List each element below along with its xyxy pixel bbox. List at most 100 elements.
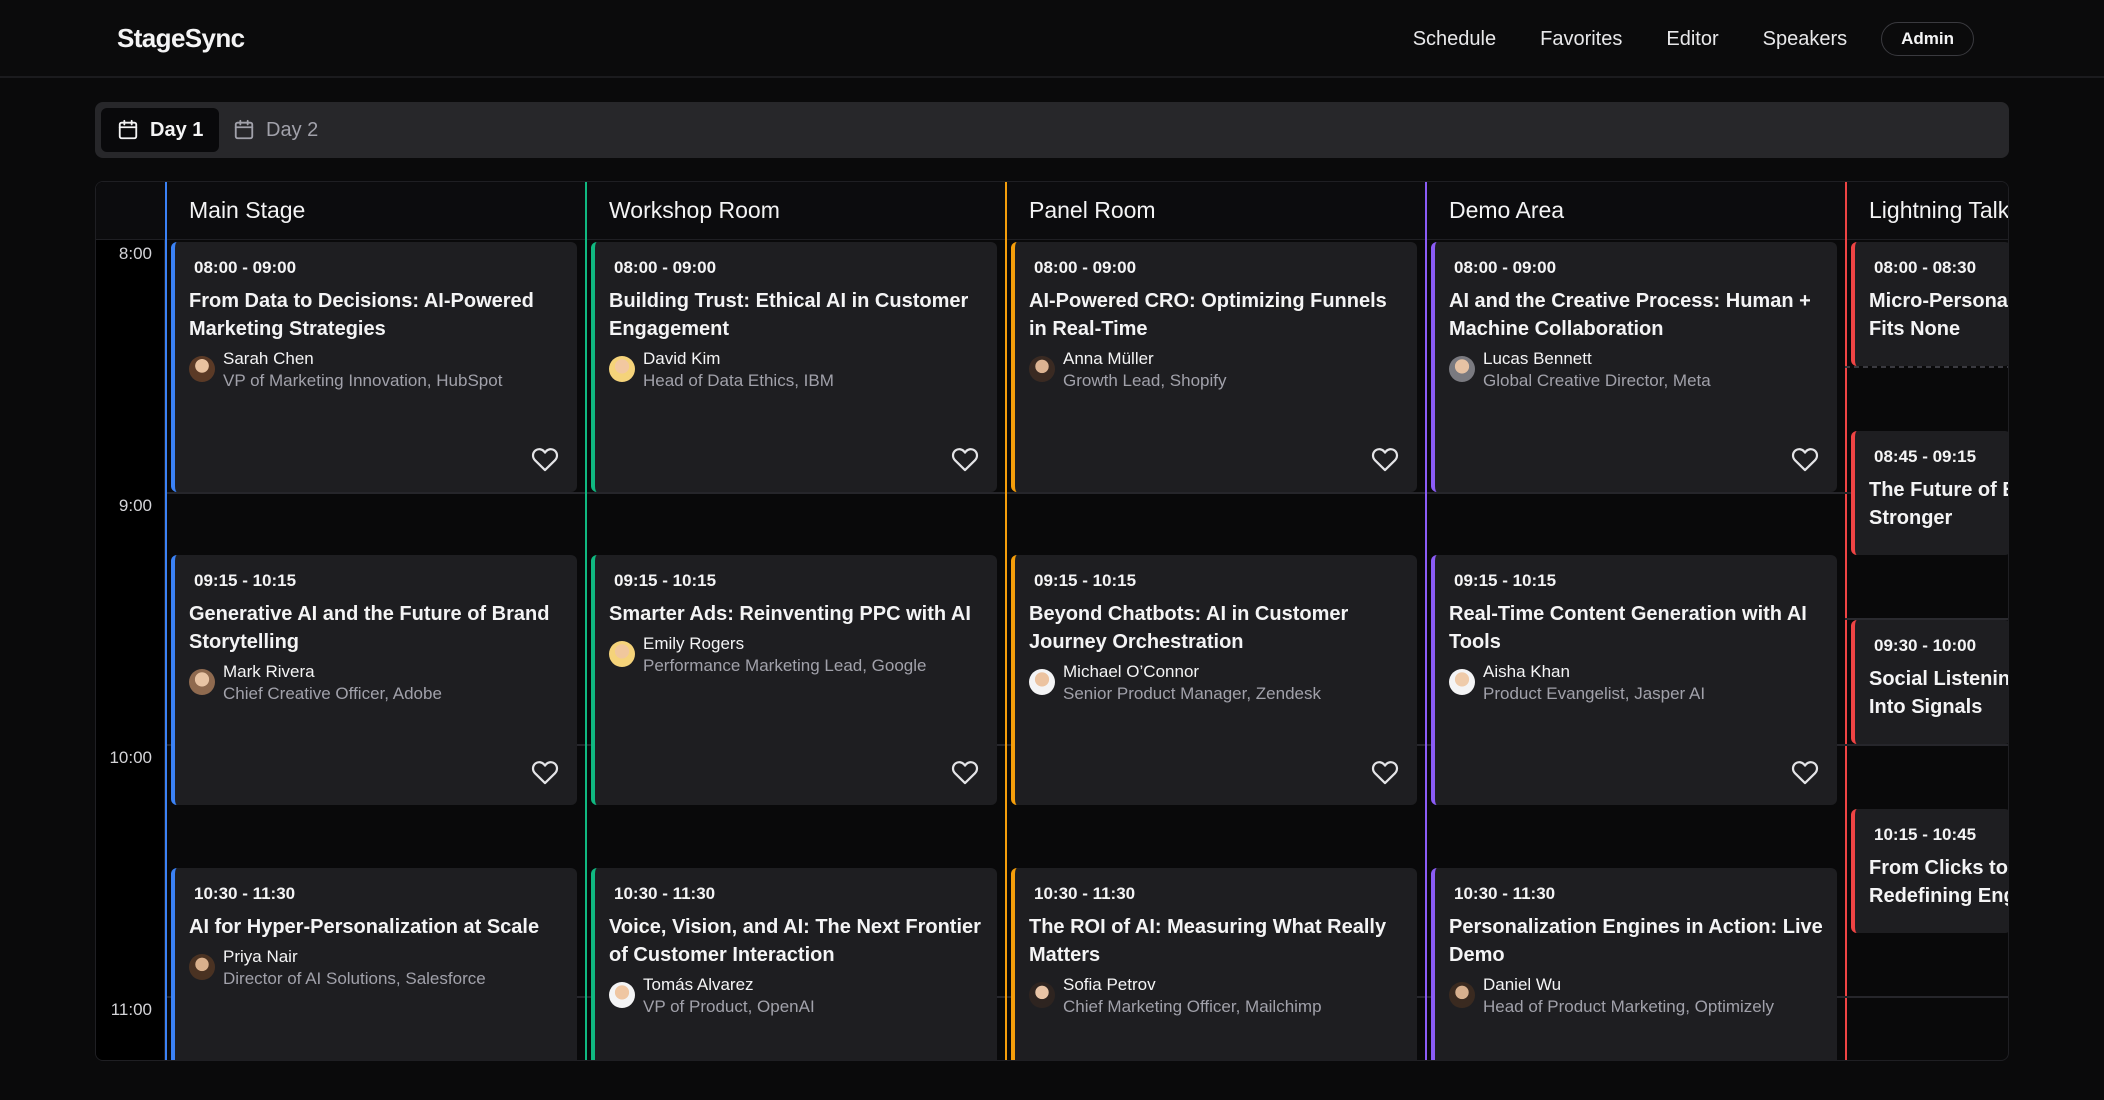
session-title: Real-Time Content Generation with AI Too… (1449, 603, 1807, 653)
session-card[interactable]: 08:00 - 09:00 Building Trust: Ethical AI… (591, 242, 997, 492)
session-card[interactable]: 08:45 - 09:15 The Future of Email: Smart… (1851, 431, 2008, 555)
speaker: Sarah Chen VP of Marketing Innovation, Hu… (189, 348, 502, 392)
room-column-panel-room: Panel Room 08:00 - 09:00 AI-Powered CRO:… (1005, 182, 1425, 1060)
tab-day-2-label: Day 2 (266, 118, 319, 141)
session-card[interactable]: 10:30 - 11:30 Personalization Engines in… (1431, 868, 1837, 1060)
avatar (1029, 356, 1055, 382)
session-title: AI for Hyper-Personalization at Scale (189, 916, 540, 938)
avatar (189, 669, 215, 695)
session-time: 08:00 - 09:00 (614, 258, 717, 277)
tab-day-1-label: Day 1 (150, 118, 204, 141)
session-title: AI-Powered CRO: Optimizing Funnels in Re… (1029, 290, 1387, 340)
room-column-workshop-room: Workshop Room 08:00 - 09:00 Building Tru… (585, 182, 1005, 1060)
heart-icon[interactable] (951, 759, 979, 785)
room-header: Panel Room (1007, 182, 1425, 240)
app-logo[interactable]: StageSync (117, 23, 245, 54)
heart-icon[interactable] (951, 446, 979, 472)
session-card[interactable]: 08:00 - 09:00 AI and the Creative Proces… (1431, 242, 1837, 492)
session-title: AI and the Creative Process: Human + Mac… (1449, 290, 1811, 340)
calendar-icon (118, 119, 138, 140)
session-card[interactable]: 09:15 - 10:15 Generative AI and the Futu… (171, 555, 577, 805)
session-time: 10:30 - 11:30 (194, 884, 296, 903)
room-accent-line (1845, 182, 1847, 1060)
session-card[interactable]: 10:30 - 11:30 Voice, Vision, and AI: The… (591, 868, 997, 1060)
heart-icon[interactable] (1791, 446, 1819, 472)
avatar (189, 356, 215, 382)
session-card[interactable]: 09:30 - 10:00 Social Listening: Turning … (1851, 620, 2009, 744)
nav-schedule[interactable]: Schedule (1413, 22, 1496, 56)
speaker-name: Tomás Alvarez (643, 975, 754, 994)
session-time: 10:30 - 11:30 (1454, 884, 1556, 903)
speaker: Lucas Bennett Global Creative Director, M… (1449, 348, 1711, 392)
heart-icon[interactable] (531, 759, 559, 785)
session-title: Social Listening: Turning Noise Into Sig… (1869, 668, 2009, 718)
session-time: 08:00 - 08:30 (1874, 258, 1977, 277)
speaker: Mark Rivera Chief Creative Officer, Adobe (189, 661, 442, 705)
speaker: Michael O’Connor Senior Product Manager, … (1029, 661, 1321, 705)
time-label: 11:00 (110, 1000, 152, 1019)
calendar-icon (234, 119, 254, 140)
hour-gridline (1845, 996, 2008, 998)
speaker-role: Head of Data Ethics, IBM (643, 371, 834, 390)
session-time: 08:00 - 09:00 (1034, 258, 1137, 277)
session-card[interactable]: 10:30 - 11:30 The ROI of AI: Measuring W… (1011, 868, 1417, 1060)
heart-icon[interactable] (1371, 759, 1399, 785)
speaker-role: Growth Lead, Shopify (1063, 371, 1227, 390)
time-label: 9:00 (118, 496, 152, 515)
session-time: 09:15 - 10:15 (1034, 571, 1137, 590)
session-card[interactable]: 09:15 - 10:15 Smarter Ads: Reinventing P… (591, 555, 997, 805)
nav-favorites[interactable]: Favorites (1540, 22, 1622, 56)
room-accent-line (585, 182, 587, 1060)
session-title: The ROI of AI: Measuring What Really Mat… (1029, 916, 1387, 966)
tab-day-2[interactable]: Day 2 (217, 108, 334, 152)
day-tabs: Day 1 Day 2 (95, 102, 2009, 158)
session-time: 10:30 - 11:30 (614, 884, 716, 903)
room-header: Workshop Room (587, 182, 1005, 240)
speaker-name: Lucas Bennett (1483, 349, 1592, 368)
avatar (1029, 669, 1055, 695)
speaker: Sofia Petrov Chief Marketing Officer, Mai… (1029, 974, 1322, 1018)
session-time: 09:15 - 10:15 (194, 571, 297, 590)
speaker-name: Sofia Petrov (1063, 975, 1156, 994)
speaker-role: Senior Product Manager, Zendesk (1063, 684, 1321, 703)
nav-editor[interactable]: Editor (1666, 22, 1718, 56)
session-card[interactable]: 09:15 - 10:15 Beyond Chatbots: AI in Cus… (1011, 555, 1417, 805)
session-card[interactable]: 08:00 - 09:00 AI-Powered CRO: Optimizing… (1011, 242, 1417, 492)
nav-admin-button[interactable]: Admin (1881, 22, 1974, 56)
speaker-role: Global Creative Director, Meta (1483, 371, 1711, 390)
session-time: 09:15 - 10:15 (614, 571, 717, 590)
speaker: Emily Rogers Performance Marketing Lead, … (609, 633, 927, 677)
half-hour-gridline (1845, 366, 2008, 368)
session-card[interactable]: 10:30 - 11:30 AI for Hyper-Personalizati… (171, 868, 577, 1060)
speaker: Aisha Khan Product Evangelist, Jasper AI (1449, 661, 1705, 705)
avatar (609, 356, 635, 382)
room-accent-line (165, 182, 167, 1060)
speaker: Tomás Alvarez VP of Product, OpenAI (609, 974, 815, 1018)
session-title: Micro-Personas: Why One Size Fits None (1869, 290, 2008, 340)
avatar (1449, 982, 1475, 1008)
heart-icon[interactable] (1791, 759, 1819, 785)
heart-icon[interactable] (531, 446, 559, 472)
session-card[interactable]: 09:15 - 10:15 Real-Time Content Generati… (1431, 555, 1837, 805)
hour-gridline (1845, 744, 2008, 746)
session-title: From Data to Decisions: AI-Powered Marke… (189, 290, 534, 340)
session-card[interactable]: 08:00 - 09:00 From Data to Decisions: AI… (171, 242, 577, 492)
schedule-grid[interactable]: 8:00 9:00 10:00 11:00 Main Stage 08:00 -… (95, 181, 2009, 1061)
speaker-role: Performance Marketing Lead, Google (643, 656, 927, 675)
session-card[interactable]: 08:00 - 08:30 Micro-Personas: Why One Si… (1851, 242, 2008, 366)
time-label: 10:00 (109, 748, 152, 767)
speaker-role: VP of Marketing Innovation, HubSpot (223, 371, 503, 390)
session-title: Smarter Ads: Reinventing PPC with AI (609, 603, 971, 625)
speaker-role: Director of AI Solutions, Salesforce (223, 969, 486, 988)
time-label: 8:00 (118, 244, 152, 263)
speaker-name: Mark Rivera (223, 662, 315, 681)
avatar (609, 982, 635, 1008)
speaker-name: David Kim (643, 349, 721, 368)
session-time: 10:30 - 11:30 (1034, 884, 1136, 903)
session-title: Building Trust: Ethical AI in Customer E… (609, 290, 969, 340)
nav-speakers[interactable]: Speakers (1763, 22, 1848, 56)
session-card[interactable]: 10:15 - 10:45 From Clicks to Conversatio… (1851, 809, 2008, 933)
tab-day-1[interactable]: Day 1 (101, 108, 220, 152)
session-time: 09:30 - 10:00 (1874, 636, 1977, 655)
heart-icon[interactable] (1371, 446, 1399, 472)
